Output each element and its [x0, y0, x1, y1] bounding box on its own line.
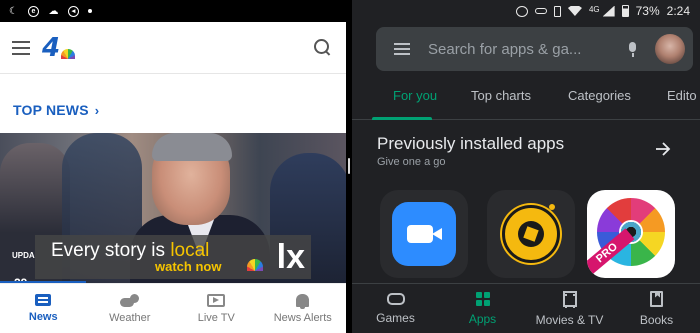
ad-headline: Every story is local: [51, 239, 210, 261]
search-placeholder: Search for apps & ga...: [428, 40, 582, 58]
lx-logo: lx: [276, 238, 305, 276]
news-app-pane: ☾ e ☁ ◂ 4 TOP NEWS › UPDA Every story is…: [0, 0, 346, 333]
app-card-photo-editor[interactable]: PRO: [587, 190, 675, 278]
network-type: 4G: [588, 4, 600, 14]
play-tabs: For you Top charts Categories Edito: [352, 82, 700, 120]
volume-off-icon: ◂: [68, 5, 79, 17]
nav-news[interactable]: News: [0, 284, 87, 333]
apps-grid-icon: [475, 291, 490, 306]
nbc4-logo[interactable]: 4: [42, 32, 76, 63]
book-icon: [650, 290, 663, 307]
menu-icon[interactable]: [12, 40, 30, 55]
divider-handle[interactable]: [348, 158, 350, 174]
e-icon: e: [28, 5, 39, 17]
news-icon: [35, 294, 52, 306]
battery-percent: 73%: [635, 4, 660, 18]
vibrate-icon: [553, 5, 561, 17]
top-news-header[interactable]: TOP NEWS ›: [13, 102, 99, 118]
wifi-icon: [567, 6, 582, 16]
logo-number: 4: [42, 32, 61, 63]
tab-top-charts[interactable]: Top charts: [471, 88, 531, 103]
dot-icon: [88, 9, 92, 13]
nav-games[interactable]: Games: [352, 284, 439, 333]
news-app-header: 4: [0, 22, 346, 74]
split-screen: ☾ e ☁ ◂ 4 TOP NEWS › UPDA Every story is…: [0, 0, 700, 333]
search-icon[interactable]: [314, 38, 332, 57]
nav-apps[interactable]: Apps: [439, 284, 526, 333]
clock: 2:24: [666, 4, 690, 18]
section-subtitle: Give one a go: [377, 156, 446, 168]
story-updated-label: UPDA: [12, 251, 35, 260]
cloud-icon: ☁: [48, 5, 59, 17]
section-title: Previously installed apps: [377, 134, 565, 153]
peacock-icon: [61, 48, 76, 59]
nav-weather[interactable]: Weather: [87, 284, 174, 333]
play-store-pane: 4G 73% 2:24 Search for apps & ga... For …: [352, 0, 700, 333]
photo-editor-pro-icon: PRO: [587, 190, 675, 278]
tab-categories[interactable]: Categories: [568, 88, 631, 103]
ad-peacock-icon: [247, 259, 263, 271]
top-news-title: TOP NEWS: [13, 102, 89, 118]
gamepad-icon: [386, 292, 405, 305]
app-card-zoom[interactable]: [380, 190, 468, 278]
signal-icon: [602, 5, 615, 17]
active-tab-indicator: [372, 117, 432, 120]
battery-icon: [621, 5, 629, 17]
ad-banner[interactable]: Every story is local watch now lx: [35, 235, 311, 279]
moon-icon: ☾: [9, 5, 18, 17]
tab-editors[interactable]: Edito: [667, 88, 697, 103]
right-status-bar: 4G 73% 2:24: [352, 0, 700, 22]
app-card-camera[interactable]: [487, 190, 575, 278]
bell-icon: [296, 293, 310, 309]
arrow-right-icon[interactable]: [655, 141, 671, 157]
mic-icon[interactable]: [628, 41, 637, 57]
tv-icon: [207, 293, 226, 307]
left-status-bar: ☾ e ☁ ◂: [0, 0, 346, 22]
camera-lens-icon: [502, 205, 560, 263]
play-search-bar[interactable]: Search for apps & ga...: [376, 27, 693, 71]
menu-icon[interactable]: [394, 43, 410, 55]
news-bottom-nav: News Weather Live TV News Alerts: [0, 283, 346, 333]
film-icon: [562, 290, 577, 308]
zoom-video-icon: [392, 202, 456, 266]
nav-books[interactable]: Books: [613, 284, 700, 333]
key-icon: [534, 8, 547, 14]
play-bottom-nav: Games Apps Movies & TV Books: [352, 283, 700, 333]
nav-live-tv[interactable]: Live TV: [173, 284, 260, 333]
nav-news-alerts[interactable]: News Alerts: [260, 284, 347, 333]
avatar[interactable]: [655, 34, 685, 64]
nav-movies-tv[interactable]: Movies & TV: [526, 284, 613, 333]
chevron-right-icon: ›: [94, 102, 100, 118]
tab-for-you[interactable]: For you: [393, 88, 437, 103]
alarm-icon: [515, 5, 528, 17]
weather-icon: [119, 293, 140, 307]
